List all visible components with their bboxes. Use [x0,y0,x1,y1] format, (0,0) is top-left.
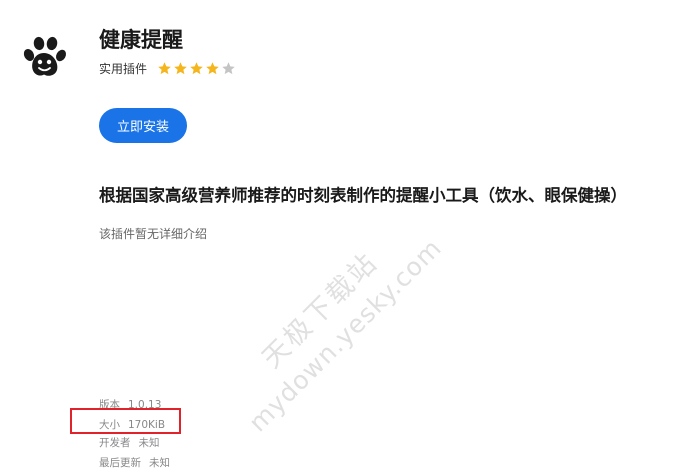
plugin-headline: 根据国家高级营养师推荐的时刻表制作的提醒小工具（饮水、眼保健操） [99,186,627,205]
plugin-description: 该插件暂无详细介绍 [99,227,208,241]
developer-value: 未知 [138,437,160,449]
category-label: 实用插件 [99,62,148,76]
watermark-line1: 天极下载站 [256,246,385,375]
updated-value: 未知 [149,457,170,469]
install-button[interactable]: 立即安装 [99,108,187,143]
watermark: 天极下载站 mydown.yesky.com [213,203,448,438]
developer-info: 开发者 未知 [99,435,160,450]
developer-label: 开发者 [99,437,131,449]
updated-label: 最后更新 [99,457,141,469]
star-icon [222,62,235,75]
star-icon [174,62,187,75]
update-info: 最后更新 未知 [99,455,170,470]
plugin-detail-page: 健康提醒 实用插件 立即安装 根据国家高级营养师推荐的时刻表制作的提醒小工具（饮… [0,0,700,475]
app-title: 健康提醒 [99,28,183,52]
app-meta: 实用插件 [99,60,236,77]
rating-stars [157,61,236,76]
star-icon [206,62,219,75]
paw-print-icon [23,36,66,76]
watermark-line2: mydown.yesky.com [243,233,448,438]
star-icon [190,62,203,75]
size-highlight-box [70,408,181,434]
star-icon [158,62,171,75]
